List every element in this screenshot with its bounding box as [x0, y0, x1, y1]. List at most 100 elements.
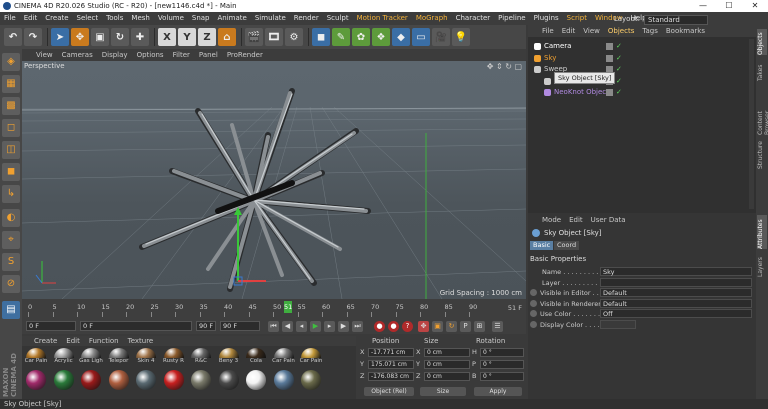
add-tool-icon[interactable]: ✚ [131, 28, 149, 46]
enabled-check-icon[interactable]: ✓ [616, 87, 622, 98]
position-field[interactable]: -17.771 cm [368, 348, 414, 357]
attribute-value[interactable] [600, 277, 752, 287]
menu-sculpt[interactable]: Sculpt [327, 12, 349, 25]
coordinate-mode-dropdown[interactable]: Object (Rel) [364, 387, 414, 396]
rotation-field[interactable]: 0 ° [480, 372, 524, 381]
preview-min-field[interactable]: 0 F [80, 321, 192, 331]
undo-icon[interactable]: ↶ [4, 28, 22, 46]
layer-visibility-icon[interactable] [606, 54, 613, 62]
menu-select[interactable]: Select [77, 12, 99, 25]
material-swatch[interactable] [299, 370, 323, 390]
subdivision-icon[interactable]: ✿ [352, 28, 370, 46]
menu-create[interactable]: Create [45, 12, 68, 25]
cube-icon[interactable]: ◼ [312, 28, 330, 46]
tweak-mode-icon[interactable]: ◐ [2, 209, 20, 227]
material-swatch[interactable]: Acrylic [52, 348, 76, 365]
scale-tool-icon[interactable]: ▣ [91, 28, 109, 46]
menu-render[interactable]: Render [294, 12, 319, 25]
position-key-icon[interactable]: ✥ [418, 321, 429, 332]
render-view-icon[interactable]: 🎬 [245, 28, 263, 46]
layer-visibility-icon[interactable] [606, 89, 613, 96]
material-swatch[interactable] [162, 370, 186, 390]
menu-file[interactable]: File [4, 12, 16, 25]
snap-icon[interactable]: S [2, 253, 20, 271]
model-mode-icon[interactable]: ▦ [2, 75, 20, 93]
size-mode-dropdown[interactable]: Size [420, 387, 466, 396]
material-swatch[interactable] [24, 370, 48, 390]
tab-objects-vertical[interactable]: Objects [757, 29, 767, 55]
coordinate-system-icon[interactable]: ⌂ [218, 28, 236, 46]
enabled-check-icon[interactable]: ✓ [616, 64, 622, 75]
object-scrollbar[interactable] [749, 39, 754, 209]
locked-workplane-icon[interactable]: ▤ [2, 301, 20, 319]
attribute-menu-user-data[interactable]: User Data [591, 215, 626, 225]
y-axis-button[interactable]: Y [178, 28, 196, 46]
rotation-key-icon[interactable]: ↻ [446, 321, 457, 332]
menu-plugins[interactable]: Plugins [534, 12, 559, 25]
menu-volume[interactable]: Volume [158, 12, 184, 25]
object-menu-objects[interactable]: Objects [608, 25, 634, 37]
menu-mesh[interactable]: Mesh [131, 12, 149, 25]
menu-animate[interactable]: Animate [218, 12, 247, 25]
array-generator-icon[interactable]: ❖ [372, 28, 390, 46]
material-swatch[interactable]: Skin 4 [134, 348, 158, 365]
close-button[interactable]: ✕ [742, 0, 768, 12]
rotation-field[interactable]: 0 ° [480, 360, 524, 369]
select-arrow-icon[interactable]: ➤ [51, 28, 69, 46]
animate-radio-icon[interactable] [530, 310, 537, 317]
material-swatch[interactable] [107, 370, 131, 390]
object-row[interactable]: Sky ✓ [528, 53, 756, 64]
menu-script[interactable]: Script [567, 12, 587, 25]
menu-tools[interactable]: Tools [106, 12, 123, 25]
material-swatch[interactable]: R&C [189, 348, 213, 365]
minimize-button[interactable]: — [690, 0, 716, 12]
next-key-icon[interactable]: ▶ [338, 321, 349, 332]
floor-icon[interactable]: ▭ [412, 28, 430, 46]
next-frame-icon[interactable]: ▸ [324, 321, 335, 332]
size-field[interactable]: 0 cm [424, 360, 470, 369]
scale-key-icon[interactable]: ▣ [432, 321, 443, 332]
viewport-solo-icon[interactable]: ⌖ [2, 231, 20, 249]
apply-button[interactable]: Apply [474, 387, 522, 396]
object-row[interactable]: NeoKnot Object ✓ [528, 87, 756, 98]
material-menu-texture[interactable]: Texture [128, 336, 154, 346]
pla-key-icon[interactable]: ⊞ [474, 321, 485, 332]
render-settings-icon[interactable]: ⚙ [285, 28, 303, 46]
viewport-menu-options[interactable]: Options [137, 49, 164, 61]
material-swatch[interactable] [134, 370, 158, 390]
object-menu-view[interactable]: View [583, 25, 600, 37]
prev-key-icon[interactable]: ◀ [282, 321, 293, 332]
material-swatch[interactable] [272, 370, 296, 390]
make-editable-icon[interactable]: ◈ [2, 53, 20, 71]
workplane-icon[interactable]: ⊘ [2, 275, 20, 293]
layout-dropdown[interactable]: Standard [644, 14, 708, 25]
menu-simulate[interactable]: Simulate [255, 12, 286, 25]
menu-mograph[interactable]: MoGraph [416, 12, 448, 25]
attribute-value[interactable]: Off [600, 309, 752, 318]
material-swatch[interactable]: Car Pain [24, 348, 48, 365]
material-swatch[interactable]: Telepor [107, 348, 131, 365]
tab-coord[interactable]: Coord [554, 241, 580, 250]
enabled-check-icon[interactable]: ✓ [616, 41, 622, 52]
timeline-ruler[interactable]: 0 5 10 15 20 25 30 35 40 45 50 55 60 65 70 75 80 85 90 51 … [22, 299, 526, 319]
size-field[interactable]: 0 cm [424, 372, 470, 381]
menu-motion-tracker[interactable]: Motion Tracker [357, 12, 408, 25]
menu-character[interactable]: Character [456, 12, 491, 25]
enabled-check-icon[interactable]: ✓ [616, 76, 622, 87]
polygons-mode-icon[interactable]: ◼ [2, 163, 20, 181]
autokey-icon[interactable]: ● [388, 321, 399, 332]
viewport-nav-icons[interactable]: ✥ ⇕ ↻ ▢ [487, 62, 522, 71]
end-frame-field[interactable]: 90 F [220, 321, 260, 331]
animate-radio-icon[interactable] [530, 299, 537, 307]
material-menu-create[interactable]: Create [34, 336, 57, 346]
viewport-menu-cameras[interactable]: Cameras [62, 49, 93, 61]
attribute-menu-edit[interactable]: Edit [569, 215, 583, 225]
pen-spline-icon[interactable]: ✎ [332, 28, 350, 46]
maximize-button[interactable]: ☐ [716, 0, 742, 12]
z-axis-button[interactable]: Z [198, 28, 216, 46]
menu-pipeline[interactable]: Pipeline [498, 12, 525, 25]
light-icon[interactable]: 💡 [452, 28, 470, 46]
texture-mode-icon[interactable]: ▩ [2, 97, 20, 115]
object-row[interactable]: Camera ✓ [528, 41, 756, 52]
material-menu-edit[interactable]: Edit [66, 336, 80, 346]
